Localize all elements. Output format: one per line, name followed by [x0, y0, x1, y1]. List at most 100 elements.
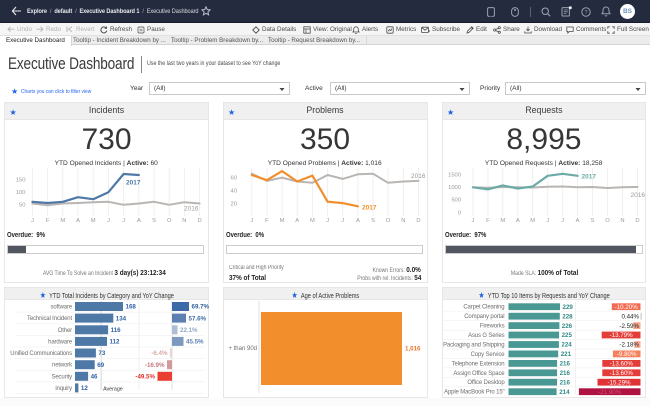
svg-text:-13.60%: -13.60% [609, 370, 633, 377]
svg-text:216: 216 [559, 370, 570, 377]
svg-text:D: D [198, 218, 202, 224]
svg-text:Carpet Cleaning: Carpet Cleaning [463, 305, 504, 311]
svg-text:50: 50 [19, 203, 25, 209]
svg-text:20: 20 [231, 201, 237, 207]
svg-text:221: 221 [560, 351, 571, 358]
svg-text:F: F [265, 218, 269, 224]
svg-text:N: N [401, 218, 405, 224]
svg-text:-2.18%: -2.18% [619, 342, 639, 349]
svg-text:1500: 1500 [448, 172, 461, 178]
svg-text:O: O [605, 218, 610, 224]
svg-text:N: N [182, 218, 186, 224]
svg-text:J: J [107, 218, 110, 224]
svg-text:A: A [515, 218, 519, 224]
svg-text:168: 168 [126, 304, 137, 311]
svg-text:S: S [152, 218, 156, 224]
svg-text:software: software [51, 305, 73, 311]
svg-text:Office Desktop: Office Desktop [467, 380, 505, 386]
svg-text:2016: 2016 [411, 173, 425, 180]
svg-text:J: J [471, 218, 474, 224]
svg-text:-10.20%: -10.20% [614, 304, 638, 311]
svg-text:-2.59%: -2.59% [619, 323, 639, 330]
svg-text:J: J [326, 218, 329, 224]
svg-text:J: J [250, 218, 253, 224]
svg-text:150: 150 [16, 178, 26, 184]
svg-text:2016: 2016 [184, 206, 199, 213]
svg-text:1,016: 1,016 [405, 346, 421, 353]
svg-text:57.6%: 57.6% [189, 315, 207, 322]
svg-text:Copy Service: Copy Service [470, 352, 505, 358]
svg-text:?: ? [584, 10, 587, 16]
svg-text:216: 216 [559, 379, 570, 386]
svg-text:F: F [46, 218, 50, 224]
svg-text:Technical Incident: Technical Incident [27, 316, 72, 322]
svg-text:-13.60%: -13.60% [609, 361, 633, 368]
svg-text:hardware: hardware [48, 339, 73, 345]
svg-text:M: M [310, 218, 315, 224]
svg-text:-9.80%: -9.80% [616, 351, 636, 358]
svg-text:O: O [167, 218, 172, 224]
svg-text:46: 46 [91, 374, 98, 381]
svg-text:Unified Communications: Unified Communications [10, 351, 72, 357]
svg-text:69: 69 [97, 362, 104, 369]
svg-text:D: D [635, 218, 639, 224]
svg-text:J: J [561, 218, 564, 224]
svg-text:116: 116 [111, 327, 122, 334]
svg-text:+ than 90d: + than 90d [228, 346, 257, 352]
svg-text:-16.9%: -16.9% [145, 362, 165, 369]
svg-text:134: 134 [116, 315, 127, 322]
svg-text:Packaging and Shipping: Packaging and Shipping [443, 343, 504, 349]
svg-text:inquiry: inquiry [55, 386, 72, 392]
svg-text:M: M [530, 218, 535, 224]
svg-text:A: A [295, 218, 299, 224]
svg-text:Company portal: Company portal [464, 314, 504, 320]
svg-text:2016: 2016 [630, 192, 645, 199]
svg-text:S: S [590, 218, 594, 224]
svg-text:12: 12 [81, 385, 88, 392]
svg-text:2017: 2017 [126, 180, 141, 187]
svg-text:M: M [500, 218, 505, 224]
svg-text:500: 500 [451, 198, 461, 204]
svg-text:224: 224 [561, 342, 572, 349]
svg-text:J: J [122, 218, 125, 224]
svg-text:S: S [371, 218, 375, 224]
svg-text:2017: 2017 [581, 174, 596, 181]
svg-text:network: network [52, 363, 73, 369]
svg-text:60: 60 [231, 175, 237, 181]
svg-text:-21.90%: -21.90% [598, 389, 622, 396]
svg-text:216: 216 [559, 361, 570, 368]
svg-text:Security: Security [52, 374, 73, 380]
svg-text:Fireworks: Fireworks [479, 324, 504, 330]
svg-text:214: 214 [559, 389, 570, 396]
svg-text:Asus G Series: Asus G Series [468, 333, 505, 339]
svg-text:225: 225 [561, 332, 572, 339]
svg-text:O: O [386, 218, 391, 224]
svg-text:A: A [137, 218, 141, 224]
svg-text:229: 229 [562, 304, 573, 311]
svg-text:N: N [620, 218, 624, 224]
svg-text:40: 40 [231, 188, 237, 194]
svg-text:0.44%: 0.44% [621, 313, 639, 320]
svg-text:45.5%: 45.5% [186, 339, 204, 346]
svg-text:-6.4%: -6.4% [151, 350, 168, 357]
svg-text:-49.5%: -49.5% [135, 374, 155, 381]
svg-text:-15.29%: -15.29% [607, 379, 631, 386]
svg-text:D: D [416, 218, 420, 224]
svg-text:J: J [341, 218, 344, 224]
svg-text:112: 112 [110, 339, 121, 346]
svg-text:Telephone Extension: Telephone Extension [451, 361, 504, 367]
svg-text:M: M [91, 218, 96, 224]
svg-text:A: A [356, 218, 360, 224]
svg-text:69.7%: 69.7% [192, 304, 210, 311]
svg-text:M: M [60, 218, 65, 224]
svg-text:J: J [546, 218, 549, 224]
svg-text:226: 226 [561, 323, 572, 330]
svg-text:228: 228 [562, 313, 573, 320]
svg-text:2017: 2017 [362, 205, 377, 212]
svg-text:Average: Average [103, 387, 123, 393]
svg-text:22.1%: 22.1% [180, 327, 198, 334]
svg-text:73: 73 [98, 350, 105, 357]
svg-text:0: 0 [457, 210, 460, 216]
svg-text:M: M [280, 218, 285, 224]
svg-text:Other: Other [58, 328, 72, 334]
